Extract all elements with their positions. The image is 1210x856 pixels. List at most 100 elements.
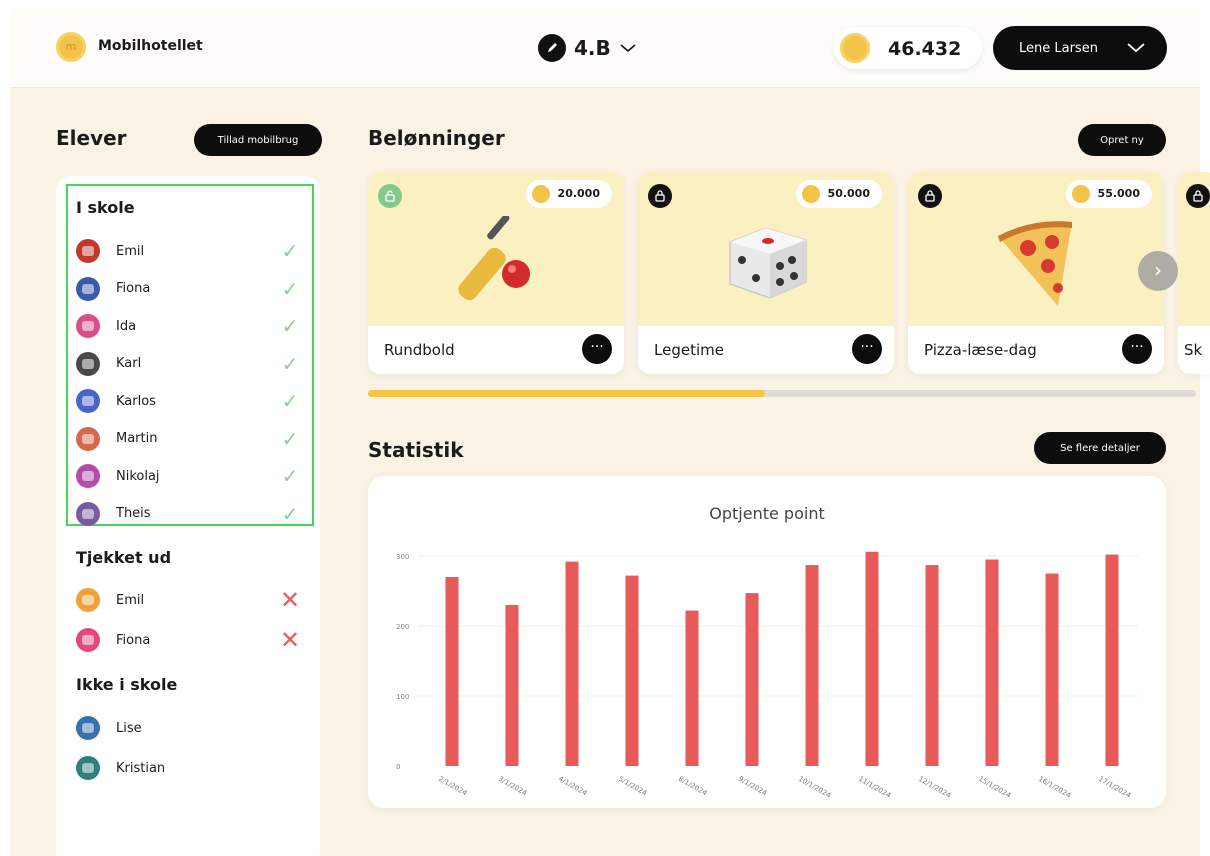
reward-card[interactable]: 20.000 Rundbold ··· (368, 172, 624, 374)
more-options-button[interactable]: ··· (582, 334, 612, 364)
cross-icon[interactable]: ✕ (278, 626, 302, 654)
x-tick-label: 3/1/2024 (497, 775, 529, 798)
student-row[interactable]: Karlos ✓ (76, 389, 302, 413)
app-name: Mobilhotellet (98, 38, 203, 54)
avatar (76, 426, 100, 451)
avatar (76, 314, 100, 338)
reward-card[interactable]: Sk (1178, 172, 1210, 374)
student-name: Ida (116, 318, 137, 334)
student-row[interactable]: Nikolaj ✓ (76, 464, 302, 488)
coin-balance: 46.432 (834, 27, 982, 69)
student-row[interactable]: Fiona ✓ (76, 276, 302, 301)
more-details-button[interactable]: Se flere detaljer (1034, 432, 1166, 464)
bar[interactable] (505, 605, 519, 766)
x-tick-label: 4/1/2024 (557, 775, 589, 798)
avatar (76, 351, 100, 376)
y-tick-label: 0 (396, 763, 400, 771)
student-name: Fiona (116, 632, 151, 648)
student-row[interactable]: Ida ✓ (76, 314, 302, 338)
avatar (76, 276, 100, 301)
allow-phone-button[interactable]: Tillad mobilbrug (194, 124, 322, 156)
checkmark-icon[interactable]: ✓ (278, 502, 302, 526)
checkmark-icon[interactable]: ✓ (278, 389, 302, 413)
group-title-checked-out: Tjekket ud (76, 548, 172, 567)
checkmark-icon[interactable]: ✓ (278, 464, 302, 488)
avatar (76, 588, 100, 612)
x-tick-label: 16/1/2024 (1037, 775, 1073, 800)
student-row[interactable]: Lise (76, 716, 302, 740)
avatar (76, 389, 100, 413)
pencil-icon (538, 34, 566, 62)
lock-icon (648, 184, 672, 208)
next-rewards-button[interactable]: › (1138, 251, 1178, 291)
checkmark-icon[interactable]: ✓ (278, 277, 302, 301)
student-name: Nikolaj (116, 468, 160, 484)
pizza-icon (998, 221, 1072, 306)
bar[interactable] (1105, 554, 1119, 766)
chart-card: Optjente point 0 100 200 300 2/1/2024 3/1/202… (368, 476, 1166, 808)
rewards-scrollbar[interactable] (368, 390, 1196, 397)
checkmark-icon[interactable]: ✓ (278, 239, 302, 263)
bar[interactable] (625, 575, 639, 766)
reward-name: Legetime (654, 341, 724, 359)
class-selector[interactable]: 4.B (538, 34, 637, 62)
bar[interactable] (445, 577, 459, 766)
x-tick-label: 9/1/2024 (737, 775, 769, 798)
student-name: Emil (116, 592, 145, 608)
student-row[interactable]: Emil ✕ (76, 586, 302, 614)
app-frame: m Mobilhotellet 4.B 46.432 Lene Larsen E… (10, 8, 1210, 856)
lock-icon (918, 184, 942, 208)
x-tick-label: 8/1/2024 (677, 775, 709, 798)
lock-icon (1186, 184, 1210, 208)
checkmark-icon[interactable]: ✓ (278, 352, 302, 376)
more-options-button[interactable]: ··· (852, 334, 882, 364)
reward-card[interactable]: 55.000 Pizza-læse-dag ··· (908, 172, 1164, 374)
y-tick-label: 100 (396, 693, 409, 701)
x-tick-label: 11/1/2024 (857, 775, 893, 800)
bar[interactable] (565, 561, 579, 766)
avatar (76, 464, 100, 488)
bar-chart: 0 100 200 300 2/1/2024 3/1/2024 4/1/2024 5/1/20… (396, 551, 1138, 800)
avatar (76, 501, 100, 526)
chevron-down-icon (619, 39, 637, 58)
chevron-down-icon (1125, 38, 1147, 62)
reward-price: 50.000 (795, 180, 882, 208)
reward-name: Sk (1184, 341, 1203, 359)
students-card: I skole Emil ✓ Fiona ✓ Ida ✓ Karl ✓ Karlos ✓ Martin… (56, 176, 320, 856)
reward-card[interactable]: 50.000 Legetime ··· (638, 172, 894, 374)
student-row[interactable]: Fiona ✕ (76, 626, 302, 654)
reward-name: Pizza-læse-dag (924, 341, 1037, 359)
more-options-button[interactable]: ··· (1122, 334, 1152, 364)
stats-title: Statistik (368, 438, 464, 462)
student-row[interactable]: Kristian (76, 756, 302, 780)
bar[interactable] (805, 565, 819, 766)
student-name: Karl (116, 356, 142, 371)
coin-balance-value: 46.432 (888, 38, 962, 60)
top-bar: m Mobilhotellet 4.B 46.432 Lene Larsen (10, 8, 1200, 88)
bar[interactable] (685, 610, 699, 766)
student-row[interactable]: Emil ✓ (76, 239, 302, 263)
dice-icon (729, 227, 807, 299)
cross-icon[interactable]: ✕ (278, 586, 302, 614)
checkmark-icon[interactable]: ✓ (278, 427, 302, 451)
student-name: Theis (116, 506, 151, 521)
bar[interactable] (925, 565, 939, 766)
x-tick-label: 2/1/2024 (437, 775, 469, 798)
bar[interactable] (865, 551, 879, 766)
create-reward-button[interactable]: Opret ny (1078, 124, 1166, 156)
bar[interactable] (985, 559, 999, 767)
student-row[interactable]: Theis ✓ (76, 501, 302, 526)
checkmark-icon[interactable]: ✓ (278, 314, 302, 338)
rewards-scroll-thumb[interactable] (368, 390, 766, 397)
avatar (76, 628, 100, 652)
x-tick-label: 12/1/2024 (917, 775, 953, 800)
avatar (76, 716, 100, 740)
y-tick-label: 200 (396, 623, 409, 631)
bar[interactable] (1045, 573, 1059, 767)
student-row[interactable]: Martin ✓ (76, 426, 302, 451)
student-row[interactable]: Karl ✓ (76, 351, 302, 376)
coin-icon (840, 33, 870, 63)
bar[interactable] (745, 593, 759, 766)
rewards-title: Belønninger (368, 126, 505, 150)
user-menu-button[interactable]: Lene Larsen (993, 26, 1167, 70)
